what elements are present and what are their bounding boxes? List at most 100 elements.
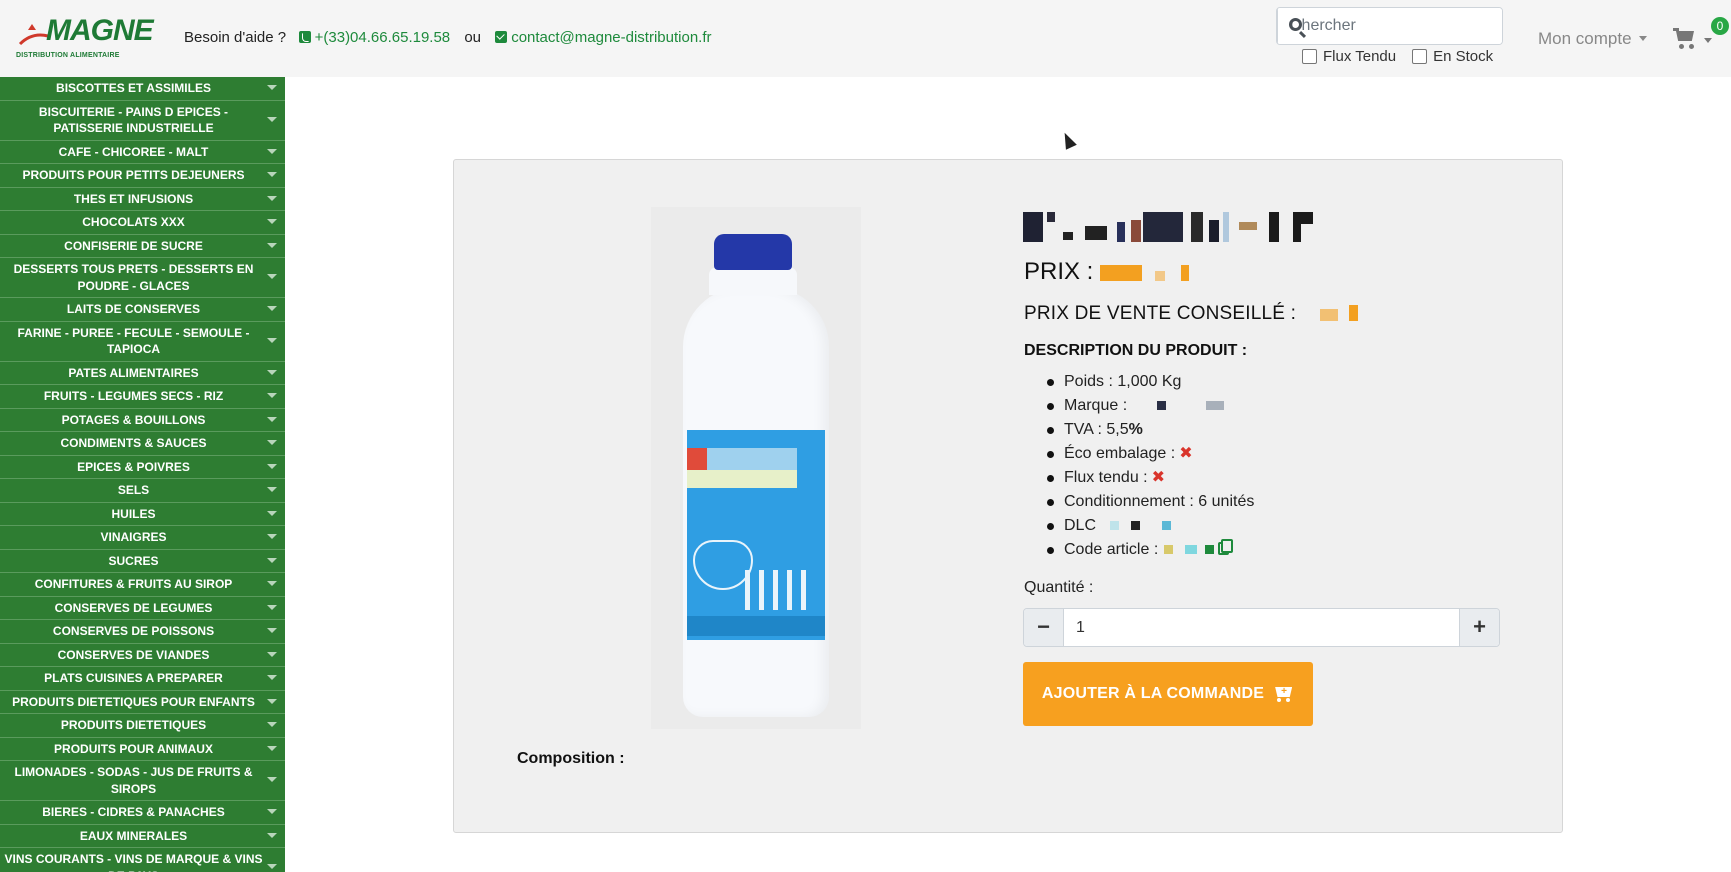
caret-down-icon bbox=[267, 463, 277, 469]
sidebar-item[interactable]: PLATS CUISINES A PREPARER bbox=[0, 667, 285, 691]
attr-flux-label: Flux tendu : bbox=[1064, 469, 1148, 486]
cart-chevron-down-icon[interactable] bbox=[1704, 38, 1712, 43]
sidebar-item-label: EAUX MINERALES bbox=[79, 828, 188, 843]
quantity-increase-button[interactable]: + bbox=[1459, 609, 1499, 646]
sidebar-item[interactable]: CONSERVES DE POISSONS bbox=[0, 620, 285, 644]
sidebar-item[interactable]: PRODUITS POUR PETITS DEJEUNERS bbox=[0, 164, 285, 188]
sidebar-item[interactable]: LAITS DE CONSERVES bbox=[0, 298, 285, 322]
account-label: Mon compte bbox=[1538, 29, 1632, 48]
attr-vat-label: TVA : 5,5 bbox=[1064, 421, 1129, 438]
phone-link[interactable]: +(33)04.66.65.19.58 bbox=[315, 29, 451, 46]
sidebar-item[interactable]: PRODUITS DIETETIQUES bbox=[0, 714, 285, 738]
sidebar-item-label: LAITS DE CONSERVES bbox=[66, 302, 201, 316]
sidebar-item[interactable]: CONSERVES DE VIANDES bbox=[0, 644, 285, 667]
composition-label: Composition : bbox=[517, 750, 625, 767]
sidebar-item[interactable]: POTAGES & BOUILLONS bbox=[0, 409, 285, 432]
attr-article-code: Code article : bbox=[1046, 538, 1254, 562]
sidebar-item[interactable]: FRUITS - LEGUMES SECS - RIZ bbox=[0, 385, 285, 409]
product-title-redacted bbox=[1023, 212, 1393, 242]
rrp-label: PRIX DE VENTE CONSEILLÉ : bbox=[1024, 303, 1297, 324]
quantity-input[interactable] bbox=[1064, 609, 1459, 646]
caret-down-icon bbox=[267, 274, 277, 279]
sidebar-item[interactable]: PATES ALIMENTAIRES bbox=[0, 362, 285, 385]
sidebar-item[interactable]: SELS bbox=[0, 479, 285, 503]
brand-logo[interactable]: MAGNE DISTRIBUTION ALIMENTAIRE bbox=[16, 14, 166, 62]
en-stock-checkbox[interactable] bbox=[1412, 49, 1428, 64]
caret-down-icon bbox=[267, 777, 277, 782]
envelope-icon bbox=[495, 31, 508, 43]
account-menu[interactable]: Mon compte bbox=[1538, 29, 1647, 49]
sidebar-item[interactable]: BISCOTTES ET ASSIMILES bbox=[0, 77, 285, 101]
filter-en-stock[interactable]: En Stock bbox=[1412, 48, 1493, 65]
search-input[interactable] bbox=[1278, 8, 1502, 44]
cart-count-badge: 0 bbox=[1711, 17, 1729, 35]
sidebar-item[interactable]: PRODUITS DIETETIQUES POUR ENFANTS bbox=[0, 691, 285, 714]
bottle-cap bbox=[714, 234, 792, 270]
sidebar-item[interactable]: CHOCOLATS XXX bbox=[0, 211, 285, 235]
sidebar-item-label: FARINE - PUREE - FECULE - SEMOULE - TAPI… bbox=[17, 325, 250, 357]
search-button[interactable] bbox=[1277, 8, 1302, 44]
caret-down-icon bbox=[267, 219, 277, 224]
sidebar-item[interactable]: CONFITURES & FRUITS AU SIROP bbox=[0, 573, 285, 597]
caret-down-icon bbox=[267, 698, 277, 704]
email-link[interactable]: contact@magne-distribution.fr bbox=[511, 29, 711, 46]
sidebar-item-label: DESSERTS TOUS PRETS - DESSERTS EN POUDRE… bbox=[13, 262, 254, 293]
sidebar-item[interactable]: BIERES - CIDRES & PANACHES bbox=[0, 801, 285, 825]
site-header: MAGNE DISTRIBUTION ALIMENTAIRE Besoin d'… bbox=[0, 0, 1731, 77]
sidebar-item[interactable]: DESSERTS TOUS PRETS - DESSERTS EN POUDRE… bbox=[0, 258, 285, 298]
en-stock-label: En Stock bbox=[1433, 48, 1494, 65]
sidebar-item[interactable]: VINS COURANTS - VINS DE MARQUE & VINS DE… bbox=[0, 848, 285, 872]
sidebar-item-label: PRODUITS DIETETIQUES POUR ENFANTS bbox=[12, 694, 255, 709]
sidebar-item[interactable]: EPICES & POIVRES bbox=[0, 456, 285, 479]
attr-vat-unit: % bbox=[1128, 421, 1143, 438]
phone-icon bbox=[298, 31, 311, 43]
attr-brand: Marque : bbox=[1046, 394, 1254, 418]
add-to-order-button[interactable]: AJOUTER À LA COMMANDE + bbox=[1023, 662, 1313, 726]
cart-icon[interactable] bbox=[1673, 28, 1701, 50]
caret-down-icon bbox=[267, 581, 277, 586]
attr-dlc-label: DLC bbox=[1064, 517, 1097, 534]
filter-flux-tendu[interactable]: Flux Tendu bbox=[1302, 48, 1396, 65]
logo-tagline: DISTRIBUTION ALIMENTAIRE bbox=[16, 52, 120, 59]
price-redacted bbox=[1100, 265, 1143, 281]
help-bar: Besoin d'aide ? +(33)04.66.65.19.58 ou c… bbox=[184, 29, 712, 46]
sidebar-item-label: LIMONADES - SODAS - JUS DE FRUITS & SIRO… bbox=[14, 765, 253, 796]
sidebar-item-label: PATES ALIMENTAIRES bbox=[68, 365, 199, 380]
attr-vat: TVA : 5,5% bbox=[1046, 418, 1254, 442]
sidebar-item[interactable]: BISCUITERIE - PAINS D EPICES - PATISSERI… bbox=[0, 101, 285, 141]
logo-word: MAGNE bbox=[46, 14, 154, 47]
caret-down-icon bbox=[267, 172, 277, 177]
sidebar-item-label: FRUITS - LEGUMES SECS - RIZ bbox=[43, 389, 224, 403]
sidebar-item[interactable]: THES ET INFUSIONS bbox=[0, 188, 285, 211]
sidebar-item-label: CONSERVES DE LEGUMES bbox=[54, 600, 213, 615]
stock-filters: Flux Tendu En Stock bbox=[1302, 48, 1493, 65]
copy-icon[interactable] bbox=[1218, 539, 1234, 555]
caret-down-icon bbox=[267, 651, 277, 657]
attr-eco-label: Éco embalage : bbox=[1064, 445, 1176, 462]
close-icon: ✖ bbox=[1151, 469, 1166, 486]
flux-tendu-checkbox[interactable] bbox=[1302, 49, 1317, 64]
product-image[interactable] bbox=[651, 207, 861, 729]
sidebar-item[interactable]: SUCRES bbox=[0, 550, 285, 573]
sidebar-item-label: VINS COURANTS - VINS DE MARQUE & VINS DE… bbox=[4, 852, 263, 872]
sidebar-item-label: EPICES & POIVRES bbox=[77, 459, 190, 474]
caret-down-icon bbox=[267, 604, 277, 610]
help-label: Besoin d'aide ? bbox=[184, 29, 287, 46]
sidebar-item[interactable]: CONDIMENTS & SAUCES bbox=[0, 432, 285, 456]
sidebar-item[interactable]: CONFISERIE DE SUCRE bbox=[0, 235, 285, 258]
sidebar-item[interactable]: HUILES bbox=[0, 503, 285, 526]
sidebar-item[interactable]: CONSERVES DE LEGUMES bbox=[0, 597, 285, 620]
product-card: PRIX : PRIX DE VENTE CONSEILLÉ : DESCRIP… bbox=[453, 159, 1563, 833]
quantity-decrease-button[interactable]: − bbox=[1024, 609, 1064, 646]
bottle-neck bbox=[709, 267, 797, 295]
sidebar-item[interactable]: LIMONADES - SODAS - JUS DE FRUITS & SIRO… bbox=[0, 761, 285, 801]
cart-plus-icon: + bbox=[1272, 685, 1294, 703]
sidebar-item-label: PRODUITS POUR ANIMAUX bbox=[54, 741, 213, 756]
sidebar-item[interactable]: FARINE - PUREE - FECULE - SEMOULE - TAPI… bbox=[0, 322, 285, 362]
sidebar-item-label: CONDIMENTS & SAUCES bbox=[60, 436, 207, 450]
sidebar-item[interactable]: CAFE - CHICOREE - MALT bbox=[0, 141, 285, 164]
caret-down-icon bbox=[267, 510, 277, 516]
sidebar-item[interactable]: VINAIGRES bbox=[0, 526, 285, 550]
sidebar-item[interactable]: EAUX MINERALES bbox=[0, 825, 285, 848]
sidebar-item[interactable]: PRODUITS POUR ANIMAUX bbox=[0, 738, 285, 761]
